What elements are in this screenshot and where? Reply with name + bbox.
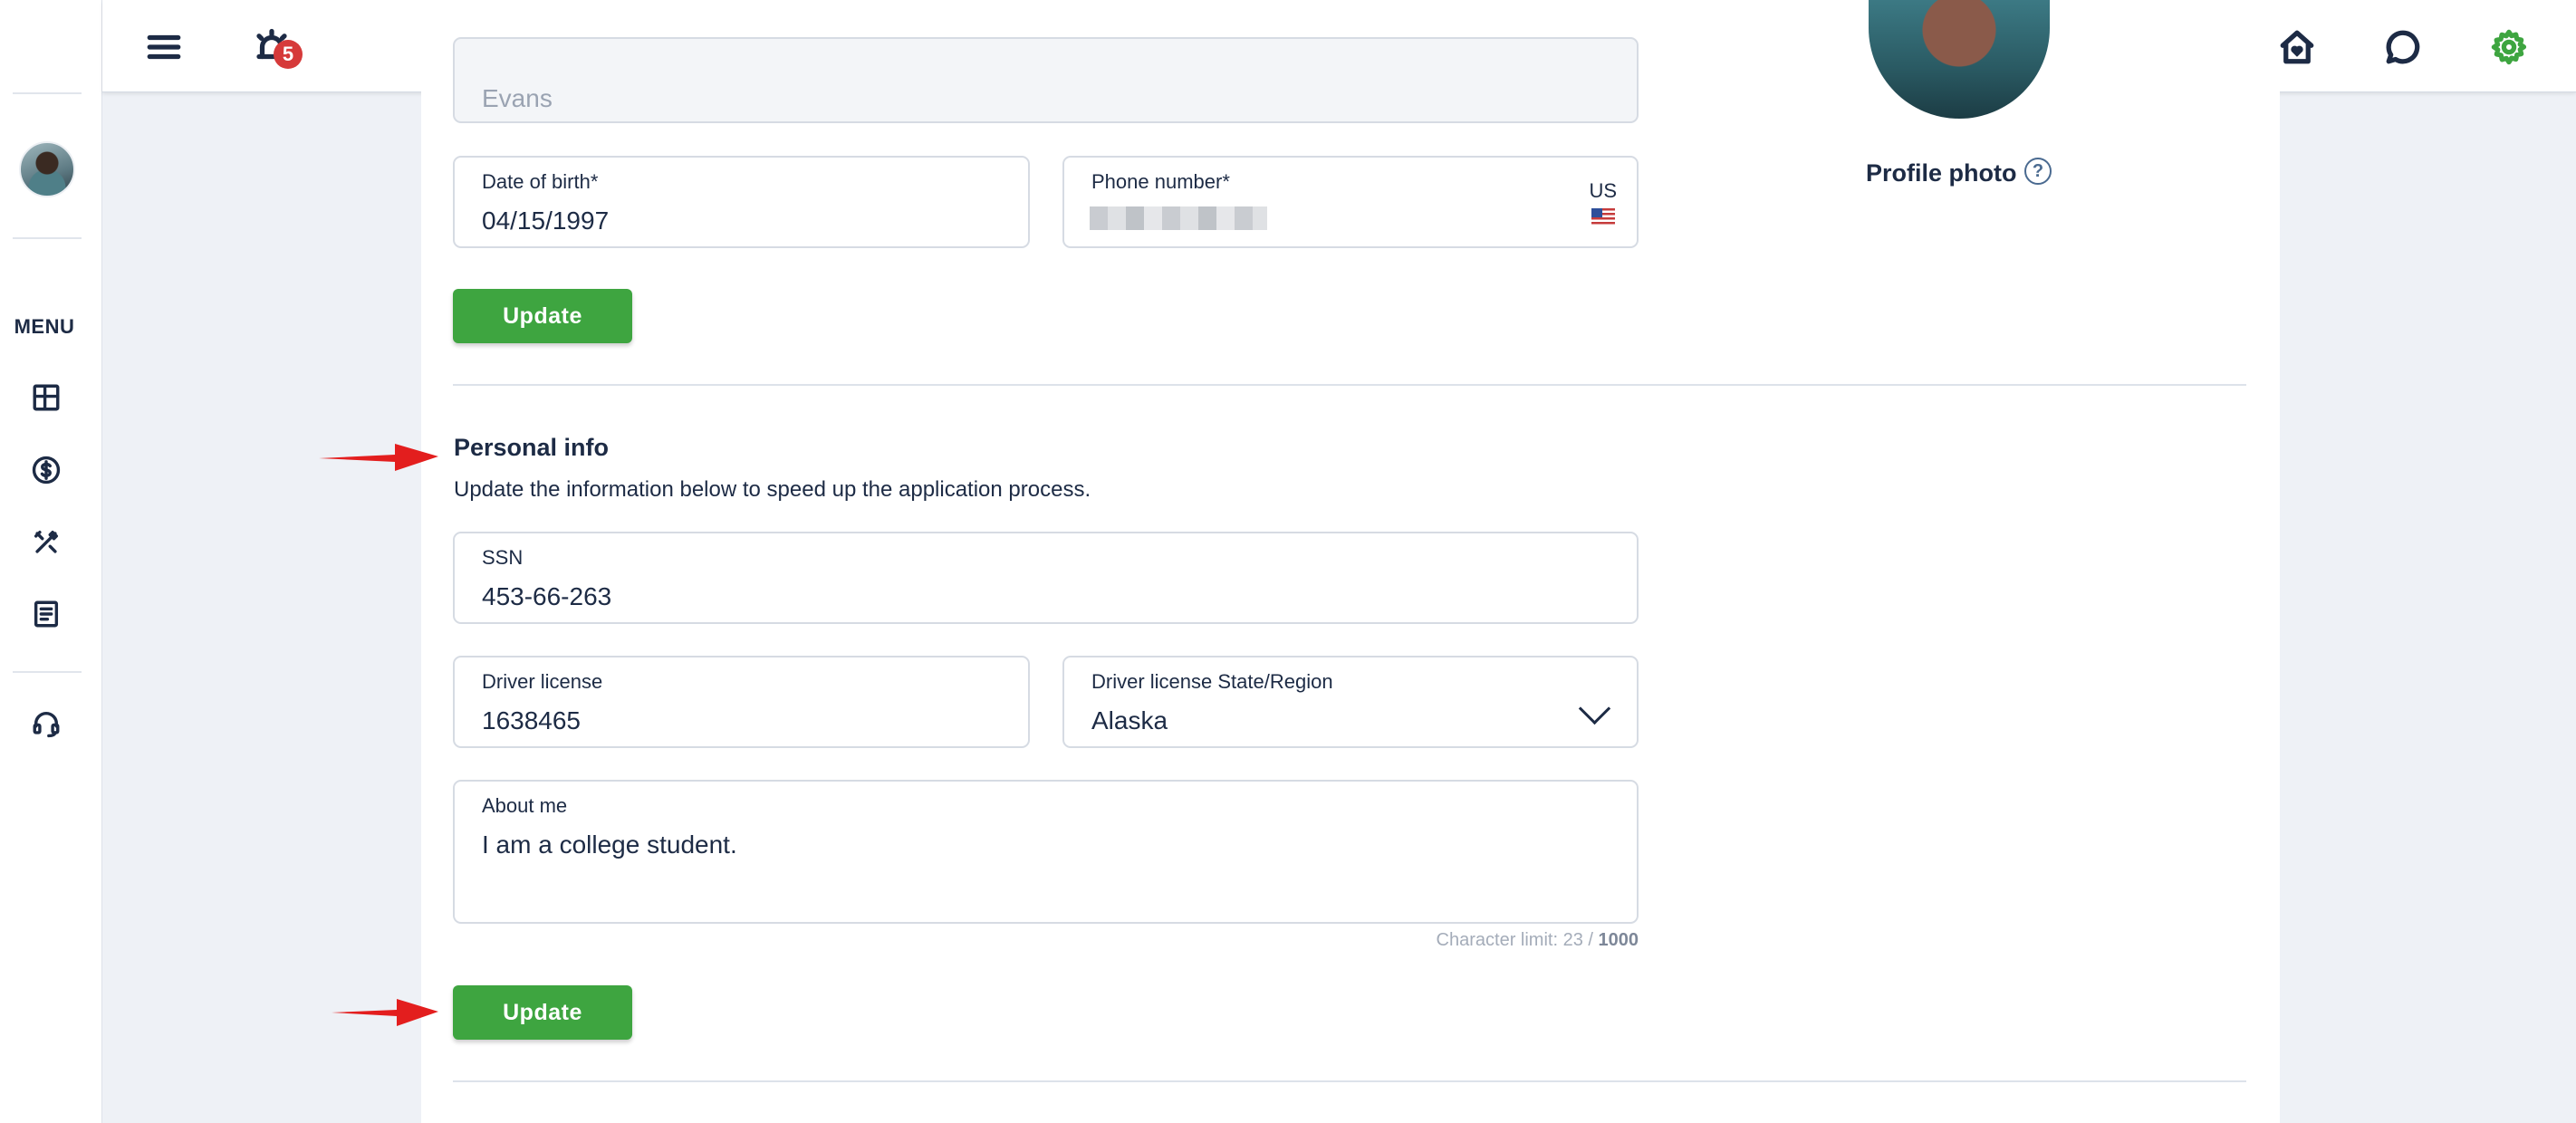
- dashboard-icon[interactable]: [27, 379, 65, 417]
- character-limit: Character limit: 23 / 1000: [453, 930, 1639, 951]
- hamburger-menu-icon[interactable]: [139, 22, 189, 72]
- character-limit-text: Character limit: 23 /: [1436, 930, 1599, 950]
- settings-gear-icon[interactable]: [2484, 22, 2534, 72]
- home-heart-icon[interactable]: [2272, 22, 2322, 72]
- phone-number-field[interactable]: Phone number* US: [1062, 156, 1639, 248]
- help-question-icon[interactable]: ?: [2024, 158, 2052, 185]
- driver-license-value: 1638465: [482, 706, 582, 734]
- phone-value-redacted: [1090, 206, 1267, 230]
- dollar-icon[interactable]: [27, 451, 65, 489]
- chat-icon[interactable]: [2378, 22, 2428, 72]
- country-selector[interactable]: US: [1589, 179, 1617, 225]
- ssn-label: SSN: [482, 546, 524, 569]
- date-of-birth-field[interactable]: Date of birth* 04/15/1997: [453, 156, 1030, 248]
- driver-license-label: Driver license: [482, 670, 603, 693]
- about-me-label: About me: [482, 794, 568, 817]
- dob-value: 04/15/1997: [482, 206, 610, 235]
- section-divider: [453, 1080, 2246, 1082]
- chevron-down-icon: [1578, 692, 1611, 725]
- license-state-label: Driver license State/Region: [1091, 670, 1333, 693]
- country-code: US: [1589, 179, 1617, 202]
- user-avatar[interactable]: [19, 141, 75, 197]
- about-me-value: I am a college student.: [482, 830, 737, 859]
- update-profile-button[interactable]: Update: [453, 289, 632, 343]
- ssn-field[interactable]: SSN 453-66-263: [453, 532, 1639, 624]
- annotation-arrow-icon: [332, 999, 438, 1026]
- character-limit-max: 1000: [1598, 930, 1639, 950]
- profile-photo[interactable]: [1869, 0, 2050, 119]
- driver-license-field[interactable]: Driver license 1638465: [453, 656, 1030, 748]
- annotation-arrow-icon: [319, 444, 438, 471]
- last-name-field: Evans: [453, 37, 1639, 123]
- section-divider: [453, 384, 2246, 386]
- document-icon[interactable]: [27, 595, 65, 633]
- about-me-textarea[interactable]: About me I am a college student.: [453, 780, 1639, 924]
- menu-label: MENU: [14, 315, 75, 338]
- sidebar-divider: [13, 671, 82, 673]
- sidebar-divider: [13, 92, 82, 94]
- update-personal-info-button[interactable]: Update: [453, 985, 632, 1040]
- ssn-value: 453-66-263: [482, 582, 612, 610]
- headset-icon[interactable]: [27, 705, 65, 743]
- sidebar-divider: [13, 237, 82, 239]
- personal-info-title: Personal info: [454, 434, 610, 461]
- personal-info-description: Update the information below to speed up…: [454, 477, 1091, 502]
- phone-label: Phone number*: [1091, 170, 1230, 193]
- notification-count-badge: 5: [274, 40, 303, 69]
- us-flag-icon: [1591, 208, 1615, 225]
- profile-photo-label: Profile photo: [1866, 159, 2017, 187]
- last-name-value: Evans: [482, 84, 553, 112]
- tools-icon[interactable]: [27, 523, 65, 562]
- settings-card: Evans Profile photo ? Date of birth* 04/…: [421, 0, 2280, 1123]
- license-state-value: Alaska: [1091, 706, 1168, 734]
- dob-label: Date of birth*: [482, 170, 599, 193]
- license-state-select[interactable]: Driver license State/Region Alaska: [1062, 656, 1639, 748]
- left-sidebar: MENU: [0, 0, 102, 1123]
